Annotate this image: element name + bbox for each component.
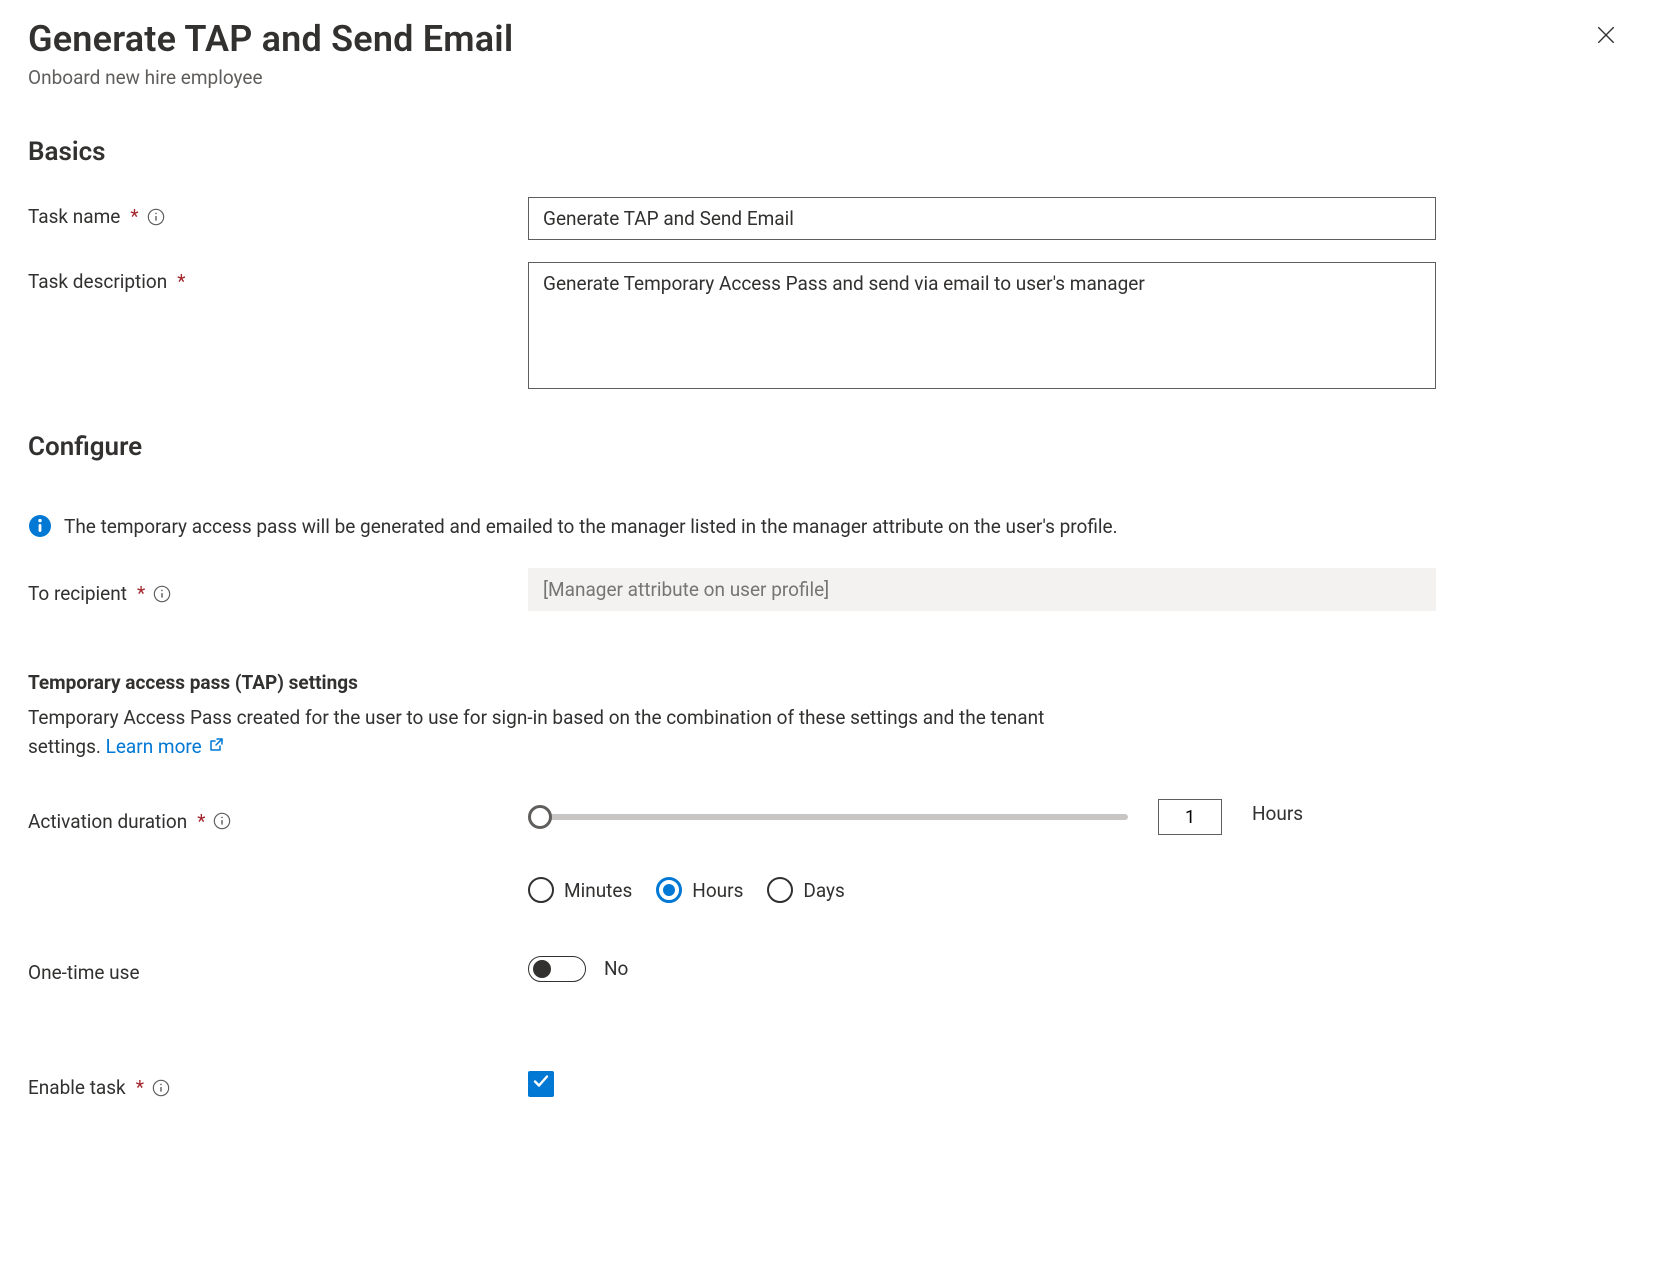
enable-task-checkbox[interactable]: [528, 1071, 554, 1097]
info-icon[interactable]: [153, 585, 171, 603]
info-icon[interactable]: [213, 812, 231, 830]
toggle-knob: [533, 960, 551, 978]
close-button[interactable]: [1595, 22, 1625, 51]
duration-unit-row: Minutes Hours Days: [28, 877, 1625, 903]
task-name-row: Task name *: [28, 197, 1625, 240]
enable-task-label: Enable task: [28, 1076, 126, 1099]
panel-title: Generate TAP and Send Email: [28, 18, 513, 60]
learn-more-link[interactable]: Learn more: [106, 733, 224, 762]
unit-radio-days[interactable]: Days: [767, 877, 844, 903]
unit-radio-minutes[interactable]: Minutes: [528, 877, 632, 903]
task-name-input[interactable]: [528, 197, 1436, 240]
enable-task-row: Enable task *: [28, 1068, 1625, 1099]
info-solid-icon: [28, 514, 52, 538]
to-recipient-input: [528, 568, 1436, 611]
task-name-label: Task name: [28, 205, 120, 228]
radio-icon: [528, 877, 554, 903]
info-icon[interactable]: [152, 1079, 170, 1097]
one-time-use-value-label: No: [604, 957, 628, 980]
required-indicator: *: [177, 270, 185, 293]
required-indicator: *: [130, 205, 138, 228]
task-description-label: Task description: [28, 270, 167, 293]
unit-days-label: Days: [803, 879, 844, 902]
configure-info-text: The temporary access pass will be genera…: [64, 515, 1118, 538]
panel-subtitle: Onboard new hire employee: [28, 66, 513, 89]
radio-icon: [767, 877, 793, 903]
checkmark-icon: [532, 1072, 550, 1095]
one-time-use-row: One-time use No: [28, 953, 1625, 984]
to-recipient-label: To recipient: [28, 582, 127, 605]
popout-icon: [208, 733, 224, 762]
required-indicator: *: [137, 582, 145, 605]
unit-minutes-label: Minutes: [564, 879, 632, 902]
task-description-row: Task description * Generate Temporary Ac…: [28, 262, 1625, 394]
activation-duration-row: Activation duration * Hours: [28, 799, 1625, 835]
required-indicator: *: [136, 1076, 144, 1099]
section-basics-heading: Basics: [28, 137, 1625, 167]
duration-slider[interactable]: [528, 805, 1128, 829]
unit-hours-label: Hours: [692, 879, 743, 902]
section-configure-heading: Configure: [28, 432, 1625, 462]
tap-settings-heading: Temporary access pass (TAP) settings: [28, 671, 1625, 694]
one-time-use-toggle[interactable]: [528, 956, 586, 982]
slider-thumb[interactable]: [528, 805, 552, 829]
info-icon[interactable]: [147, 208, 165, 226]
tap-settings-description: Temporary Access Pass created for the us…: [28, 704, 1058, 761]
duration-unit-label: Hours: [1252, 802, 1303, 825]
configure-info-banner: The temporary access pass will be genera…: [28, 514, 1625, 538]
duration-value-input[interactable]: [1158, 799, 1222, 835]
task-description-input[interactable]: Generate Temporary Access Pass and send …: [528, 262, 1436, 389]
one-time-use-label: One-time use: [28, 961, 140, 984]
required-indicator: *: [197, 810, 205, 833]
unit-radio-hours[interactable]: Hours: [656, 877, 743, 903]
activation-duration-label: Activation duration: [28, 810, 187, 833]
learn-more-text: Learn more: [106, 733, 202, 762]
close-icon: [1595, 28, 1617, 51]
slider-track: [540, 814, 1128, 820]
to-recipient-row: To recipient *: [28, 568, 1625, 611]
radio-icon: [656, 877, 682, 903]
